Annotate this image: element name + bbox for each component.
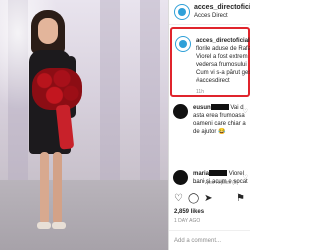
comment-text: eusun Vai d asta erea frumoasa oameni ca… [193, 104, 246, 135]
avatar[interactable] [174, 4, 190, 20]
comment-username[interactable]: eusun [193, 105, 211, 111]
avatar[interactable] [175, 36, 191, 52]
caption-highlight: acces_directoficial Vi florile aduse de … [170, 27, 250, 97]
add-comment-input[interactable]: Add a comment... [169, 230, 250, 250]
post-side-panel: acces_directoficial ✓ Acces Direct acces… [168, 0, 250, 250]
redaction-bar [210, 104, 229, 111]
avatar[interactable] [173, 170, 188, 185]
comment-icon[interactable]: ◯ [188, 194, 199, 204]
share-icon[interactable]: ➤ [204, 194, 212, 204]
post-photo[interactable] [0, 0, 168, 250]
post-location[interactable]: Acces Direct [194, 12, 250, 20]
like-comment-icon[interactable]: ♡ [243, 108, 248, 115]
heart-icon[interactable]: ♡ [174, 194, 183, 204]
redaction-bar [209, 170, 228, 177]
comment-text: maria Viorel bani și acum e socat [193, 170, 248, 185]
post-header: acces_directoficial ✓ Acces Direct [169, 0, 250, 25]
bookmark-icon[interactable]: ⚑ [236, 194, 245, 204]
post-username[interactable]: acces_directoficial ✓ [194, 4, 250, 12]
caption-text: acces_directoficial Vi florile aduse de … [196, 38, 250, 84]
comment-username[interactable]: maria [193, 171, 209, 177]
post-date: 1 DAY AGO [174, 218, 201, 224]
post-actions: ♡ ◯ ➤ [174, 194, 213, 204]
caption-timestamp: 11h [196, 89, 204, 95]
rose-bouquet [32, 68, 82, 110]
like-comment-icon[interactable]: ♡ [243, 174, 248, 181]
avatar[interactable] [173, 104, 188, 119]
like-count[interactable]: 2,859 likes [174, 209, 204, 215]
